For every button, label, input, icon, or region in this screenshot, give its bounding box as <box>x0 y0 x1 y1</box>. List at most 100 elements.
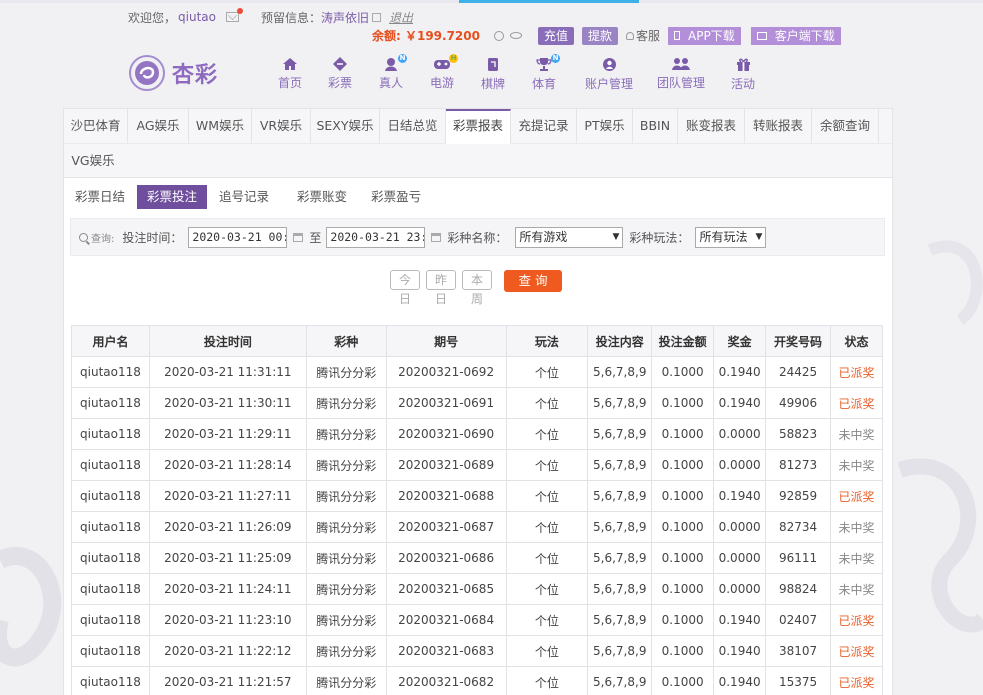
cell-play: 个位 <box>505 511 589 543</box>
cell-game: 腾讯分分彩 <box>305 635 387 667</box>
start-time-input[interactable]: 2020-03-21 00:00 <box>188 226 288 248</box>
game-select-value: 所有游戏 <box>519 229 568 244</box>
lottery-tab[interactable]: 彩票日结 <box>69 185 131 209</box>
cell-status: 已派奖 <box>830 356 883 388</box>
calendar-icon[interactable] <box>431 232 442 242</box>
game-select[interactable]: 所有游戏 ▼ <box>515 226 624 248</box>
cell-game: 腾讯分分彩 <box>305 356 387 388</box>
col-username: 用户名 <box>71 325 150 357</box>
today-label-2: 日 <box>398 292 411 306</box>
cell-play: 个位 <box>505 635 589 667</box>
cell-username: qiutao118 <box>71 418 150 450</box>
col-prize: 奖金 <box>713 325 767 357</box>
nav-home[interactable]: 首页 <box>266 57 314 91</box>
nav-label: 团队管理 <box>656 76 705 90</box>
col-content: 投注内容 <box>587 325 653 357</box>
subnav-tab[interactable]: VR娱乐 <box>252 109 311 143</box>
phone-icon <box>674 31 681 40</box>
logout-link[interactable]: 退出 <box>389 9 413 26</box>
lottery-tab[interactable]: 追号记录 <box>213 185 275 209</box>
cards-icon <box>484 57 502 72</box>
subnav-tab[interactable]: SEXY娱乐 <box>311 109 380 143</box>
cell-result: 02407 <box>765 604 832 636</box>
nav-egame[interactable]: H 电游 <box>416 54 468 91</box>
cell-issue: 20200321-0685 <box>385 573 507 605</box>
cell-amount: 0.1000 <box>651 542 715 574</box>
nav-account[interactable]: 账户管理 <box>570 57 648 91</box>
edit-icon[interactable] <box>372 12 382 22</box>
calendar-icon[interactable] <box>293 232 304 242</box>
cell-play: 个位 <box>505 666 589 695</box>
new-badge: N <box>551 54 560 63</box>
subnav-tab[interactable]: 沙巴体育 <box>64 109 128 143</box>
cell-result: 49906 <box>765 387 832 419</box>
recharge-button[interactable]: 充值 <box>537 26 574 45</box>
subnav-tab[interactable]: 余额查询 <box>812 109 879 143</box>
to-label: 至 <box>309 230 322 245</box>
lottery-tab[interactable]: 彩票账变 <box>291 185 353 209</box>
cell-prize: 0.0000 <box>713 418 767 450</box>
subnav-tab[interactable]: BBIN <box>633 109 678 143</box>
cell-prize: 0.0000 <box>713 511 767 543</box>
gamepad-icon: H <box>433 54 458 71</box>
app-download-button[interactable]: APP下载 <box>668 26 741 45</box>
quick-range: 今日 昨日 本周 查 询 <box>390 270 562 306</box>
subnav-tab[interactable]: 转账报表 <box>745 109 812 143</box>
cell-status: 未中奖 <box>830 418 883 450</box>
end-time-input[interactable]: 2020-03-21 23:59 <box>326 226 426 248</box>
nav-activity[interactable]: 活动 <box>714 57 772 91</box>
withdraw-button[interactable]: 提款 <box>582 26 619 45</box>
nav-team[interactable]: 团队管理 <box>648 57 714 91</box>
refresh-icon[interactable] <box>493 30 504 41</box>
subnav-tab[interactable]: 日结总览 <box>380 109 446 143</box>
cell-prize: 0.1940 <box>713 666 767 695</box>
reserve-value: 涛声依旧 <box>321 10 370 25</box>
mail-icon[interactable] <box>225 8 243 22</box>
subnav-tab[interactable]: PT娱乐 <box>577 109 633 143</box>
header-actions: 余额: ￥199.7200 充值 提款 客服 APP下载 客户端下载 <box>372 26 851 45</box>
cell-result: 98824 <box>765 573 832 605</box>
service-icon <box>626 31 635 40</box>
subnav-tab[interactable]: WM娱乐 <box>189 109 252 143</box>
play-select[interactable]: 所有玩法 ▼ <box>695 226 767 248</box>
service-label: 客服 <box>636 29 661 43</box>
subnav-tab-active[interactable]: 彩票报表 <box>446 109 511 144</box>
nav-chess-cards[interactable]: 棋牌 <box>468 57 518 91</box>
table-row: qiutao118 2020-03-21 11:23:10 腾讯分分彩 2020032… <box>71 604 883 636</box>
client-download-button[interactable]: 客户端下载 <box>750 26 841 45</box>
cell-content: 5,6,7,8,9 <box>587 449 653 481</box>
yesterday-button[interactable]: 昨日 <box>426 270 456 306</box>
cell-result: 58823 <box>765 418 832 450</box>
col-issue: 期号 <box>385 325 507 357</box>
lottery-tab-active[interactable]: 彩票投注 <box>137 185 208 209</box>
lottery-icon <box>331 57 349 71</box>
subnav-tab[interactable]: AG娱乐 <box>128 109 189 143</box>
cell-issue: 20200321-0688 <box>385 480 507 512</box>
today-button[interactable]: 今日 <box>390 270 420 306</box>
eye-icon[interactable] <box>509 32 522 39</box>
cell-play: 个位 <box>505 356 589 388</box>
cell-play: 个位 <box>505 573 589 605</box>
cell-issue: 20200321-0692 <box>385 356 507 388</box>
account-icon <box>600 57 618 72</box>
subnav-tab[interactable]: 账变报表 <box>678 109 745 143</box>
cell-prize: 0.1940 <box>713 387 767 419</box>
service-link[interactable]: 客服 <box>626 27 660 44</box>
this-week-button[interactable]: 本周 <box>462 270 492 306</box>
nav-live-dealer[interactable]: N 真人 <box>366 54 416 91</box>
cell-game: 腾讯分分彩 <box>305 480 387 512</box>
site-logo[interactable]: 杏彩 <box>128 51 238 95</box>
cell-bet-time: 2020-03-21 11:31:11 <box>148 356 307 388</box>
query-button[interactable]: 查 询 <box>504 270 562 292</box>
nav-sports[interactable]: N 体育 <box>518 54 570 91</box>
table-row: qiutao118 2020-03-21 11:28:14 腾讯分分彩 2020032… <box>71 449 883 481</box>
subnav-tab[interactable]: 充提记录 <box>511 109 577 143</box>
cell-game: 腾讯分分彩 <box>305 573 387 605</box>
subnav-tab[interactable]: VG娱乐 <box>64 144 122 178</box>
welcome-text: 欢迎您， <box>128 10 177 25</box>
lottery-tab[interactable]: 彩票盈亏 <box>365 185 427 209</box>
cell-status: 未中奖 <box>830 542 883 574</box>
query-label: 查询: <box>91 233 115 245</box>
cell-play: 个位 <box>505 387 589 419</box>
nav-lottery[interactable]: 彩票 <box>314 57 366 91</box>
